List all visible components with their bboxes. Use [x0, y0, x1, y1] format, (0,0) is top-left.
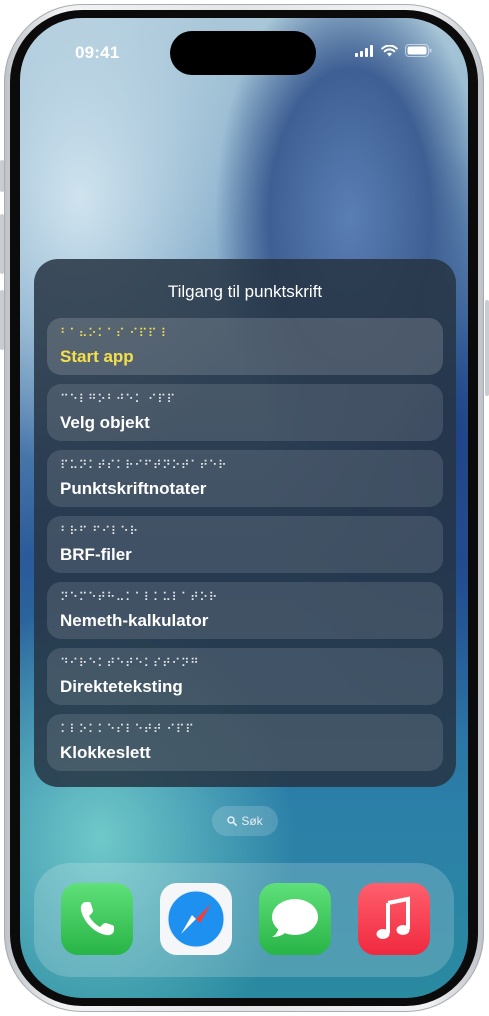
- search-button[interactable]: Søk: [212, 806, 278, 836]
- messages-app-icon[interactable]: [259, 883, 331, 955]
- magnifying-glass-icon: [227, 816, 238, 826]
- music-note-icon: [376, 896, 410, 939]
- braille-text: ⠝⠑⠍⠑⠞⠓⠤⠅⠁⠇⠅⠥⠇⠁⠞⠕⠗: [60, 590, 218, 604]
- volume-down-button: [0, 290, 4, 350]
- dock: [34, 863, 454, 977]
- menu-item-clock[interactable]: ⠅⠇⠕⠅⠅⠑⠎⠇⠑⠞⠞ ⠊⠏⠏ Klokkeslett: [47, 714, 443, 771]
- battery-icon: [405, 44, 432, 57]
- wifi-icon: [381, 44, 398, 56]
- menu-item-label: Punktskriftnotater: [60, 479, 207, 498]
- menu-item-braille-notes[interactable]: ⠏⠥⠝⠅⠞⠎⠅⠗⠊⠋⠞⠝⠕⠞⠁⠞⠑⠗ Punktskriftnotater: [47, 450, 443, 507]
- menu-item-live-captions[interactable]: ⠙⠊⠗⠑⠅⠞⠑⠞⠑⠅⠎⠞⠊⠝⠛ Direkteteksting: [47, 648, 443, 705]
- menu-item-label: Start app: [60, 347, 134, 366]
- cellular-signal-icon: [355, 44, 373, 57]
- menu-item-nemeth-calculator[interactable]: ⠝⠑⠍⠑⠞⠓⠤⠅⠁⠇⠅⠥⠇⠁⠞⠕⠗ Nemeth-kalkulator: [47, 582, 443, 639]
- menu-item-label: Direkteteksting: [60, 677, 183, 696]
- phone-app-icon[interactable]: [61, 883, 133, 955]
- sheet-title: Tilgang til punktskrift: [167, 282, 323, 301]
- menu-item-label: Klokkeslett: [60, 743, 151, 762]
- speech-bubble-icon: [272, 899, 318, 937]
- menu-item-label: Velg objekt: [60, 413, 150, 432]
- side-button: [485, 300, 489, 396]
- music-app-icon[interactable]: [358, 883, 430, 955]
- phone-icon: [80, 902, 114, 936]
- braille-text: ⠃⠁⠦⠕⠅⠁⠎ ⠊⠏⠏⠸: [60, 326, 167, 340]
- dynamic-island: [170, 31, 316, 75]
- braille-text: ⠅⠇⠕⠅⠅⠑⠎⠇⠑⠞⠞ ⠊⠏⠏: [60, 722, 195, 736]
- compass-icon: [167, 890, 225, 948]
- volume-up-button: [0, 214, 4, 274]
- braille-text: ⠉⠑⠇⠛⠕⠃⠚⠑⠅ ⠊⠏⠏: [60, 392, 176, 406]
- braille-text: ⠙⠊⠗⠑⠅⠞⠑⠞⠑⠅⠎⠞⠊⠝⠛: [60, 656, 200, 670]
- action-button: [0, 160, 4, 192]
- status-time: 09:41: [75, 43, 120, 62]
- braille-text: ⠃⠗⠋ ⠋⠊⠇⠑⠗: [60, 524, 139, 538]
- status-icons: [355, 44, 432, 57]
- menu-item-start-app[interactable]: ⠃⠁⠦⠕⠅⠁⠎ ⠊⠏⠏⠸ Start app: [47, 318, 443, 375]
- home-screen: 09:41 Tilgang til punktskrift ⠃⠁⠦⠕⠅⠁⠎ ⠊⠏…: [20, 18, 468, 998]
- menu-item-label: Nemeth-kalkulator: [60, 611, 209, 630]
- menu-item-label: BRF-filer: [60, 545, 132, 564]
- menu-item-select-object[interactable]: ⠉⠑⠇⠛⠕⠃⠚⠑⠅ ⠊⠏⠏ Velg objekt: [47, 384, 443, 441]
- safari-app-icon[interactable]: [160, 883, 232, 955]
- braille-text: ⠏⠥⠝⠅⠞⠎⠅⠗⠊⠋⠞⠝⠕⠞⠁⠞⠑⠗: [60, 458, 228, 472]
- menu-item-brf-files[interactable]: ⠃⠗⠋ ⠋⠊⠇⠑⠗ BRF-filer: [47, 516, 443, 573]
- search-label: Søk: [241, 814, 263, 828]
- braille-access-sheet: Tilgang til punktskrift ⠃⠁⠦⠕⠅⠁⠎ ⠊⠏⠏⠸ Sta…: [34, 259, 456, 787]
